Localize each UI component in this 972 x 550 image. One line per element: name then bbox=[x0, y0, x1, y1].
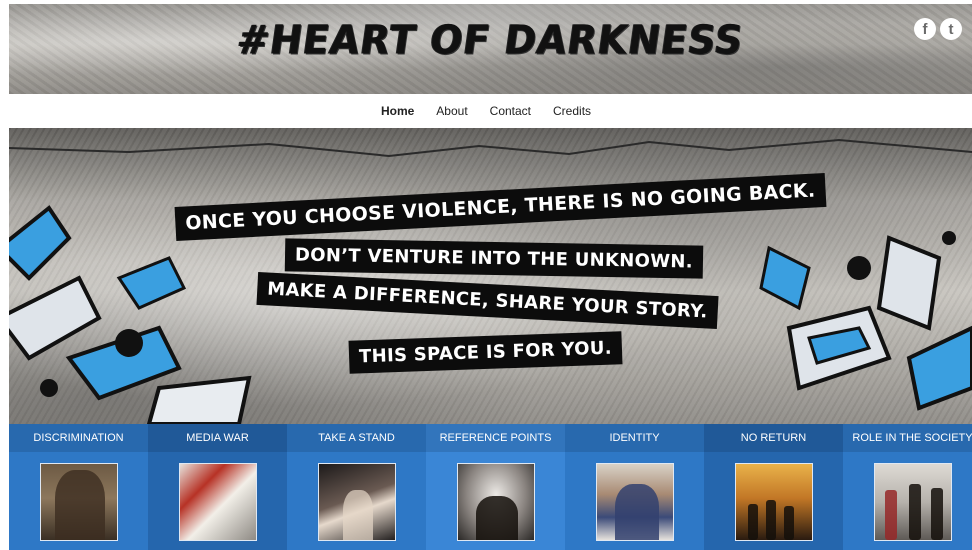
category-strip: DISCRIMINATION MEDIA WAR TAKE A STAND RE… bbox=[9, 424, 972, 550]
category-thumbnail[interactable] bbox=[178, 463, 257, 541]
graffiti-left-graphic bbox=[9, 205, 252, 424]
nav-contact[interactable]: Contact bbox=[490, 104, 531, 118]
category-label[interactable]: REFERENCE POINTS bbox=[426, 424, 565, 452]
facebook-icon[interactable]: f bbox=[914, 18, 936, 40]
category-thumbnail[interactable] bbox=[873, 463, 952, 541]
category-thumbnail[interactable] bbox=[317, 463, 396, 541]
twitter-icon[interactable]: t bbox=[940, 18, 962, 40]
site-logo[interactable]: #HEART OF DARKNESS bbox=[9, 17, 972, 63]
category-no-return[interactable]: NO RETURN bbox=[704, 424, 843, 550]
graffiti-right-graphic bbox=[759, 231, 972, 411]
nav-credits[interactable]: Credits bbox=[553, 104, 591, 118]
category-take-a-stand[interactable]: TAKE A STAND bbox=[287, 424, 426, 550]
site-header: #HEART OF DARKNESS f t bbox=[9, 4, 972, 94]
main-nav: Home About Contact Credits bbox=[0, 94, 972, 128]
nav-about[interactable]: About bbox=[436, 104, 467, 118]
category-label[interactable]: DISCRIMINATION bbox=[9, 424, 148, 452]
category-thumbnail[interactable] bbox=[456, 463, 535, 541]
category-reference-points[interactable]: REFERENCE POINTS bbox=[426, 424, 565, 550]
category-thumbnail[interactable] bbox=[595, 463, 674, 541]
category-label[interactable]: MEDIA WAR bbox=[148, 424, 287, 452]
category-label[interactable]: IDENTITY bbox=[565, 424, 704, 452]
category-discrimination[interactable]: DISCRIMINATION bbox=[9, 424, 148, 550]
category-identity[interactable]: IDENTITY bbox=[565, 424, 704, 550]
category-thumbnail[interactable] bbox=[39, 463, 118, 541]
category-label[interactable]: NO RETURN bbox=[704, 424, 843, 452]
hero-banner: ONCE YOU CHOOSE VIOLENCE, THERE IS NO GO… bbox=[9, 128, 972, 424]
category-label[interactable]: ROLE IN THE SOCIETY bbox=[843, 424, 972, 452]
category-role-in-the-society[interactable]: ROLE IN THE SOCIETY bbox=[843, 424, 972, 550]
nav-home[interactable]: Home bbox=[381, 104, 414, 118]
wall-crack-graphic bbox=[9, 138, 972, 424]
category-label[interactable]: TAKE A STAND bbox=[287, 424, 426, 452]
social-links: f t bbox=[914, 18, 962, 40]
category-media-war[interactable]: MEDIA WAR bbox=[148, 424, 287, 550]
category-thumbnail[interactable] bbox=[734, 463, 813, 541]
